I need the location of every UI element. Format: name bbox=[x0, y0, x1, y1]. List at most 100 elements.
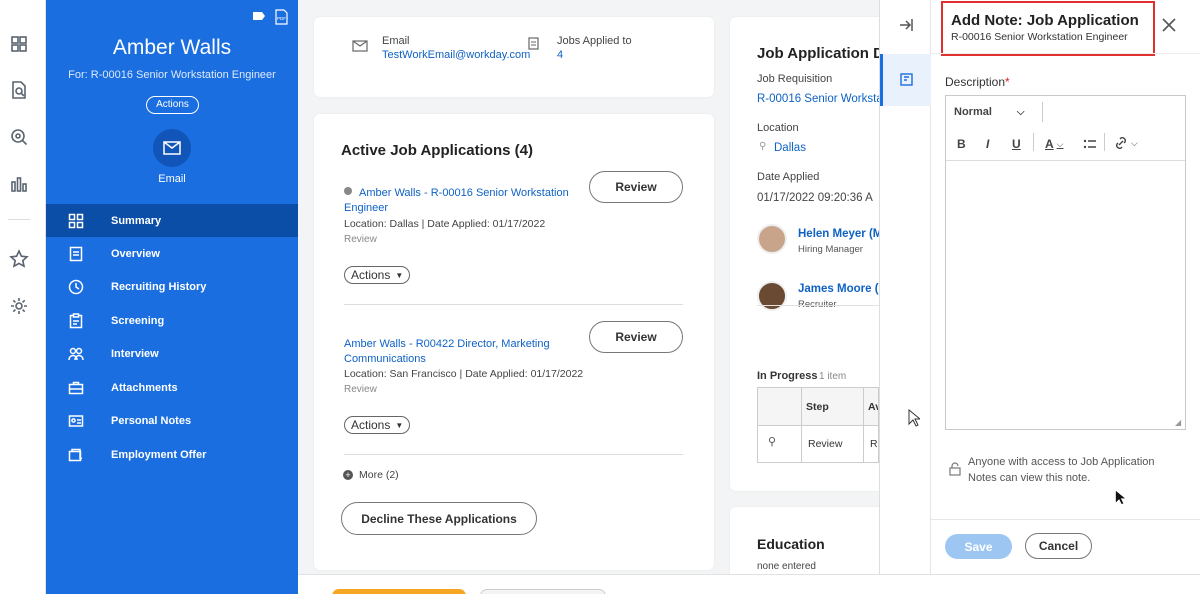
caret-down-icon: ▼ bbox=[395, 420, 404, 430]
email-link[interactable]: TestWorkEmail@workday.com bbox=[382, 49, 530, 61]
drawer-tab-strip bbox=[879, 0, 931, 574]
application-location: Location: Dallas | Date Applied: 01/17/2… bbox=[344, 218, 546, 230]
table-cell-step: Review bbox=[808, 438, 843, 450]
note-tab[interactable] bbox=[880, 54, 931, 106]
more-label: More (2) bbox=[359, 469, 399, 481]
actions-dropdown[interactable]: Actions ▼ bbox=[344, 266, 411, 284]
application-stage: Review bbox=[344, 384, 377, 395]
clipboard-icon bbox=[67, 312, 85, 330]
actions-dropdown[interactable]: Actions ▼ bbox=[344, 416, 411, 434]
decline-applications-button[interactable]: Decline These Applications bbox=[341, 502, 537, 535]
jobs-applied-count[interactable]: 4 bbox=[557, 49, 563, 61]
nav-item-recruiting-history[interactable]: Recruiting History bbox=[46, 270, 298, 303]
nav-label: Employment Offer bbox=[111, 448, 207, 461]
nav-item-attachments[interactable]: Attachments bbox=[46, 371, 298, 404]
rich-text-editor: Normal ⌵ B I U A ⌵ ⌵ ◢ bbox=[945, 95, 1186, 430]
mail-icon bbox=[163, 141, 181, 155]
job-details-title: Job Application D bbox=[757, 45, 884, 62]
contact-card: Email TestWorkEmail@workday.com Jobs App… bbox=[314, 17, 714, 97]
location-label: Location bbox=[757, 122, 799, 134]
sidebar-top-icons: PDF bbox=[252, 9, 288, 30]
more-link[interactable]: + More (2) bbox=[343, 469, 399, 481]
tag-icon[interactable] bbox=[252, 9, 266, 30]
actions-button[interactable]: Actions bbox=[146, 96, 199, 114]
mail-icon bbox=[352, 39, 368, 57]
nav-item-overview[interactable]: Overview bbox=[46, 237, 298, 270]
mouse-pointer-icon bbox=[908, 408, 922, 432]
drawer-subtitle: R-00016 Senior Workstation Engineer bbox=[951, 31, 1128, 43]
save-button[interactable]: Save bbox=[945, 534, 1012, 559]
search-doc-icon[interactable] bbox=[9, 80, 29, 100]
secondary-action-button[interactable] bbox=[480, 589, 606, 594]
note-icon bbox=[900, 73, 913, 91]
bottom-bar bbox=[298, 574, 1200, 594]
application-link[interactable]: Amber Walls - R-00016 Senior Workstation… bbox=[344, 186, 574, 216]
link-button[interactable]: ⌵ bbox=[1114, 136, 1138, 150]
required-mark: * bbox=[1005, 75, 1010, 89]
toolbar-divider bbox=[1104, 133, 1105, 151]
id-card-icon bbox=[67, 412, 85, 430]
nav-label: Attachments bbox=[111, 381, 178, 394]
italic-button[interactable]: I bbox=[986, 137, 989, 151]
nav-label: Overview bbox=[111, 247, 160, 260]
avatar bbox=[757, 224, 787, 254]
review-button[interactable]: Review bbox=[589, 171, 683, 203]
underline-button[interactable]: U bbox=[1012, 137, 1021, 151]
pdf-icon[interactable]: PDF bbox=[275, 9, 288, 30]
caret-down-icon: ▼ bbox=[395, 270, 404, 280]
active-applications-title: Active Job Applications (4) bbox=[341, 142, 533, 159]
nav-item-personal-notes[interactable]: Personal Notes bbox=[46, 404, 298, 437]
bulleted-list-icon[interactable] bbox=[1083, 137, 1097, 155]
primary-action-button[interactable] bbox=[332, 589, 466, 594]
recruiter-name[interactable]: James Moore ( bbox=[798, 283, 879, 295]
requisition-link[interactable]: R-00016 Senior Workstat bbox=[757, 93, 886, 105]
email-button[interactable] bbox=[153, 129, 191, 167]
nav-item-employment-offer[interactable]: Employment Offer bbox=[46, 438, 298, 471]
font-color-button[interactable]: A ⌵ bbox=[1045, 137, 1064, 151]
jobs-applied-label: Jobs Applied to bbox=[557, 35, 632, 47]
divider bbox=[757, 305, 879, 306]
col-divider bbox=[863, 388, 864, 462]
lock-icon bbox=[949, 462, 961, 481]
format-dropdown[interactable]: Normal ⌵ bbox=[954, 106, 1025, 118]
divider bbox=[344, 304, 683, 305]
nav-item-interview[interactable]: Interview bbox=[46, 337, 298, 370]
email-button-label: Email bbox=[158, 173, 186, 185]
people-icon bbox=[67, 345, 85, 363]
nav-label: Interview bbox=[111, 347, 159, 360]
review-button[interactable]: Review bbox=[589, 321, 683, 353]
application-link[interactable]: Amber Walls - R00422 Director, Marketing… bbox=[344, 337, 574, 367]
resize-handle-icon[interactable]: ◢ bbox=[1175, 418, 1181, 427]
nav-item-screening[interactable]: Screening bbox=[46, 304, 298, 337]
editor-toolbar: Normal ⌵ B I U A ⌵ ⌵ bbox=[946, 96, 1185, 161]
chart-icon[interactable] bbox=[9, 174, 29, 194]
link-icon bbox=[1116, 137, 1126, 149]
date-value: 01/17/2022 09:20:36 A bbox=[757, 192, 873, 204]
collapse-icon[interactable] bbox=[898, 18, 914, 37]
offer-icon bbox=[67, 446, 85, 464]
active-applications-card: Active Job Applications (4) Amber Walls … bbox=[314, 114, 714, 570]
chevron-down-icon: ⌵ bbox=[1016, 106, 1025, 118]
bold-button[interactable]: B bbox=[957, 137, 966, 151]
briefcase-icon bbox=[67, 379, 85, 397]
zoom-icon[interactable] bbox=[9, 127, 29, 147]
apps-grid-icon[interactable] bbox=[9, 34, 29, 54]
actions-label: Actions bbox=[351, 268, 391, 282]
description-label-text: Description bbox=[945, 75, 1006, 89]
star-icon[interactable] bbox=[9, 249, 29, 269]
location-value[interactable]: Dallas bbox=[774, 142, 806, 154]
toolbar-divider bbox=[1033, 133, 1034, 151]
job-details-card: Job Application D Job Requisition R-0001… bbox=[730, 17, 886, 491]
search-icon[interactable]: ⚲ bbox=[768, 435, 776, 448]
in-progress-count: 1 item bbox=[819, 371, 847, 382]
gear-icon[interactable] bbox=[9, 296, 29, 316]
education-value: none entered bbox=[757, 561, 816, 572]
nav-item-summary[interactable]: Summary bbox=[46, 204, 298, 237]
education-title: Education bbox=[757, 536, 825, 552]
close-icon[interactable] bbox=[1161, 17, 1177, 33]
date-label: Date Applied bbox=[757, 171, 820, 183]
table-cell-av: Re bbox=[870, 438, 878, 450]
cancel-button[interactable]: Cancel bbox=[1025, 533, 1092, 559]
actions-label: Actions bbox=[351, 418, 391, 432]
hiring-manager-name[interactable]: Helen Meyer (M bbox=[798, 228, 882, 240]
